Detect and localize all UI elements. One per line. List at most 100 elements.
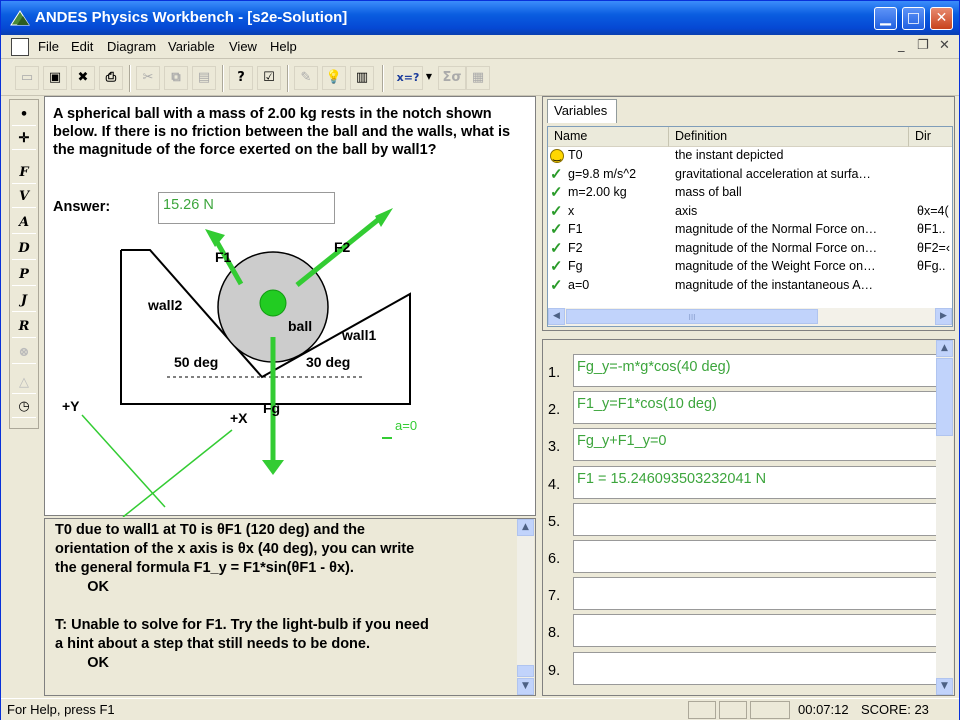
ball-center xyxy=(259,289,287,317)
solve-equation-button[interactable]: x=? xyxy=(393,66,423,90)
variable-name: x xyxy=(568,203,575,218)
velocity-vector-tool[interactable]: V xyxy=(12,186,36,208)
acceleration-vector-tool[interactable]: A xyxy=(12,212,36,234)
mdi-restore-icon[interactable]: ❐ xyxy=(917,38,929,53)
impulse-vector-tool[interactable]: J xyxy=(12,290,36,312)
variable-row[interactable]: ✓ g=9.8 m/s^2 gravitational acceleration a… xyxy=(548,166,952,184)
variable-def: magnitude of the Normal Force on… xyxy=(675,240,878,255)
momentum-vector-tool[interactable]: P xyxy=(12,264,36,286)
help-pointer-icon[interactable]: ? xyxy=(229,66,253,90)
book-icon[interactable]: ▥ xyxy=(350,66,374,90)
menu-help[interactable]: Help xyxy=(270,39,297,54)
check-answer-icon[interactable]: ☑ xyxy=(257,66,281,90)
scroll-left-icon[interactable]: ◀ xyxy=(548,308,565,325)
menu-edit[interactable]: Edit xyxy=(71,39,93,54)
chevron-down-icon[interactable]: ▼ xyxy=(423,66,435,90)
variable-def: magnitude of the instantaneous A… xyxy=(675,277,874,292)
scroll-thumb[interactable] xyxy=(936,358,953,436)
equation-row: 1. Fg_y=-m*g*cos(40 deg) xyxy=(543,354,938,391)
force-vector-tool[interactable]: F xyxy=(12,162,36,184)
hint-scrollbar[interactable]: ▲ ▼ xyxy=(517,519,534,695)
equation-field[interactable] xyxy=(573,651,938,685)
save-icon[interactable]: ▣ xyxy=(43,66,67,90)
scroll-down-icon[interactable]: ▼ xyxy=(936,678,953,695)
scroll-up-icon[interactable]: ▲ xyxy=(517,519,534,536)
check-icon: ✓ xyxy=(550,202,563,220)
menu-view[interactable]: View xyxy=(229,39,257,54)
menu-file[interactable]: File xyxy=(38,39,59,54)
column-header-name[interactable]: Name xyxy=(548,127,669,147)
menu-variable[interactable]: Variable xyxy=(168,39,215,54)
toolbar-separator xyxy=(382,65,384,92)
free-body-diagram[interactable]: F1 F2 wall2 wall1 ball 50 deg 30 deg Fg … xyxy=(45,97,535,517)
column-header-definition[interactable]: Definition xyxy=(669,127,909,147)
explain-icon[interactable]: ✎ xyxy=(294,66,318,90)
copy-icon[interactable]: ⧉ xyxy=(164,66,188,90)
equation-number: 8. xyxy=(548,625,561,642)
window-title: ANDES Physics Workbench - [s2e-Solution] xyxy=(35,9,348,26)
scroll-thumb[interactable] xyxy=(517,665,534,677)
delete-icon[interactable]: ✖ xyxy=(71,66,95,90)
variable-row[interactable]: ✓ F2 magnitude of the Normal Force on… θF2=… xyxy=(548,239,952,258)
horizontal-scrollbar[interactable]: ◀ III ▶ xyxy=(548,308,952,326)
cut-icon[interactable]: ✂ xyxy=(136,66,160,90)
angle-tool-icon[interactable]: △ xyxy=(12,372,36,394)
document-icon[interactable] xyxy=(11,38,29,56)
relative-position-tool[interactable]: R xyxy=(12,316,36,338)
scroll-up-icon[interactable]: ▲ xyxy=(936,340,953,357)
open-icon[interactable]: ▭ xyxy=(15,66,39,90)
dot-tool-icon[interactable]: • xyxy=(12,104,36,126)
equation-field[interactable] xyxy=(573,614,938,648)
hint-dialog-panel: T0 due to wall1 at T0 is θF1 (120 deg) a… xyxy=(44,518,536,696)
equation-field[interactable] xyxy=(573,577,938,611)
variable-dir: θx=4( xyxy=(917,203,949,218)
equations-scrollbar[interactable]: ▲ ▼ xyxy=(936,340,953,695)
variable-row[interactable]: ✓ Fg magnitude of the Weight Force on… θFg.… xyxy=(548,258,952,276)
variable-name: Fg xyxy=(568,259,583,273)
variables-table: Name Definition Dir ‿ T0 the instant depic… xyxy=(547,126,953,327)
equation-field[interactable] xyxy=(573,502,938,536)
menu-diagram[interactable]: Diagram xyxy=(107,39,156,54)
f1-label: F1 xyxy=(215,249,232,265)
maximize-button[interactable]: □ xyxy=(902,7,925,30)
tab-variables[interactable]: Variables xyxy=(547,99,617,123)
minimize-button[interactable]: ▁ xyxy=(874,7,897,30)
equation-field[interactable]: F1 = 15.246093503232041 N xyxy=(573,465,938,499)
equation-field[interactable]: F1_y=F1*cos(10 deg) xyxy=(573,391,938,425)
column-header-dir[interactable]: Dir xyxy=(909,127,952,147)
equation-field[interactable]: Fg_y=-m*g*cos(40 deg) xyxy=(573,354,938,387)
mdi-minimize-icon[interactable]: _ xyxy=(898,38,905,53)
paste-icon[interactable]: ▤ xyxy=(192,66,216,90)
move-tool-icon[interactable]: ✛ xyxy=(12,128,36,150)
minimize-icon: ▁ xyxy=(880,10,891,26)
app-window: ANDES Physics Workbench - [s2e-Solution]… xyxy=(0,0,960,720)
sum-button[interactable]: Σσ xyxy=(438,66,466,90)
scroll-thumb[interactable]: III xyxy=(566,309,818,324)
status-pane xyxy=(688,701,716,719)
status-help-text: For Help, press F1 xyxy=(7,702,115,717)
variable-row[interactable]: ✓ m=2.00 kg mass of ball xyxy=(548,184,952,202)
check-icon: ✓ xyxy=(550,184,563,201)
lightbulb-hint-icon[interactable]: 💡 xyxy=(322,66,346,90)
close-button[interactable]: ✕ xyxy=(930,7,953,30)
mdi-close-icon[interactable]: ✕ xyxy=(939,38,950,53)
displacement-vector-tool[interactable]: D xyxy=(12,238,36,260)
variable-row[interactable]: ✓ a=0 magnitude of the instantaneous A… xyxy=(548,276,952,295)
check-icon: ✓ xyxy=(550,276,563,294)
hint-text: T0 due to wall1 at T0 is θF1 (120 deg) a… xyxy=(55,522,429,671)
variable-row[interactable]: ✓ x axis θx=4( xyxy=(548,202,952,221)
check-icon: ✓ xyxy=(550,239,563,257)
variable-row[interactable]: ‿ T0 the instant depicted xyxy=(548,147,952,165)
clock-tool-icon[interactable]: ◷ xyxy=(12,396,36,418)
variable-row[interactable]: ✓ F1 magnitude of the Normal Force on… θF1.… xyxy=(548,221,952,239)
calculator-icon[interactable]: ▦ xyxy=(466,66,490,90)
scroll-right-icon[interactable]: ▶ xyxy=(935,308,952,325)
ellipse-tool-icon[interactable]: ⊗ xyxy=(12,342,36,364)
print-icon[interactable]: ⎙ xyxy=(99,66,123,90)
scroll-down-icon[interactable]: ▼ xyxy=(517,678,534,695)
equation-field[interactable]: Fg_y+F1_y=0 xyxy=(573,428,938,462)
plus-y-label: +Y xyxy=(62,398,80,414)
equation-field[interactable] xyxy=(573,540,938,573)
drawing-tools-palette: • ✛ F V A D P J R ⊗ △ ◷ xyxy=(9,99,39,429)
equations-panel: 1. Fg_y=-m*g*cos(40 deg) 2. F1_y=F1*cos(10 … xyxy=(542,339,955,696)
